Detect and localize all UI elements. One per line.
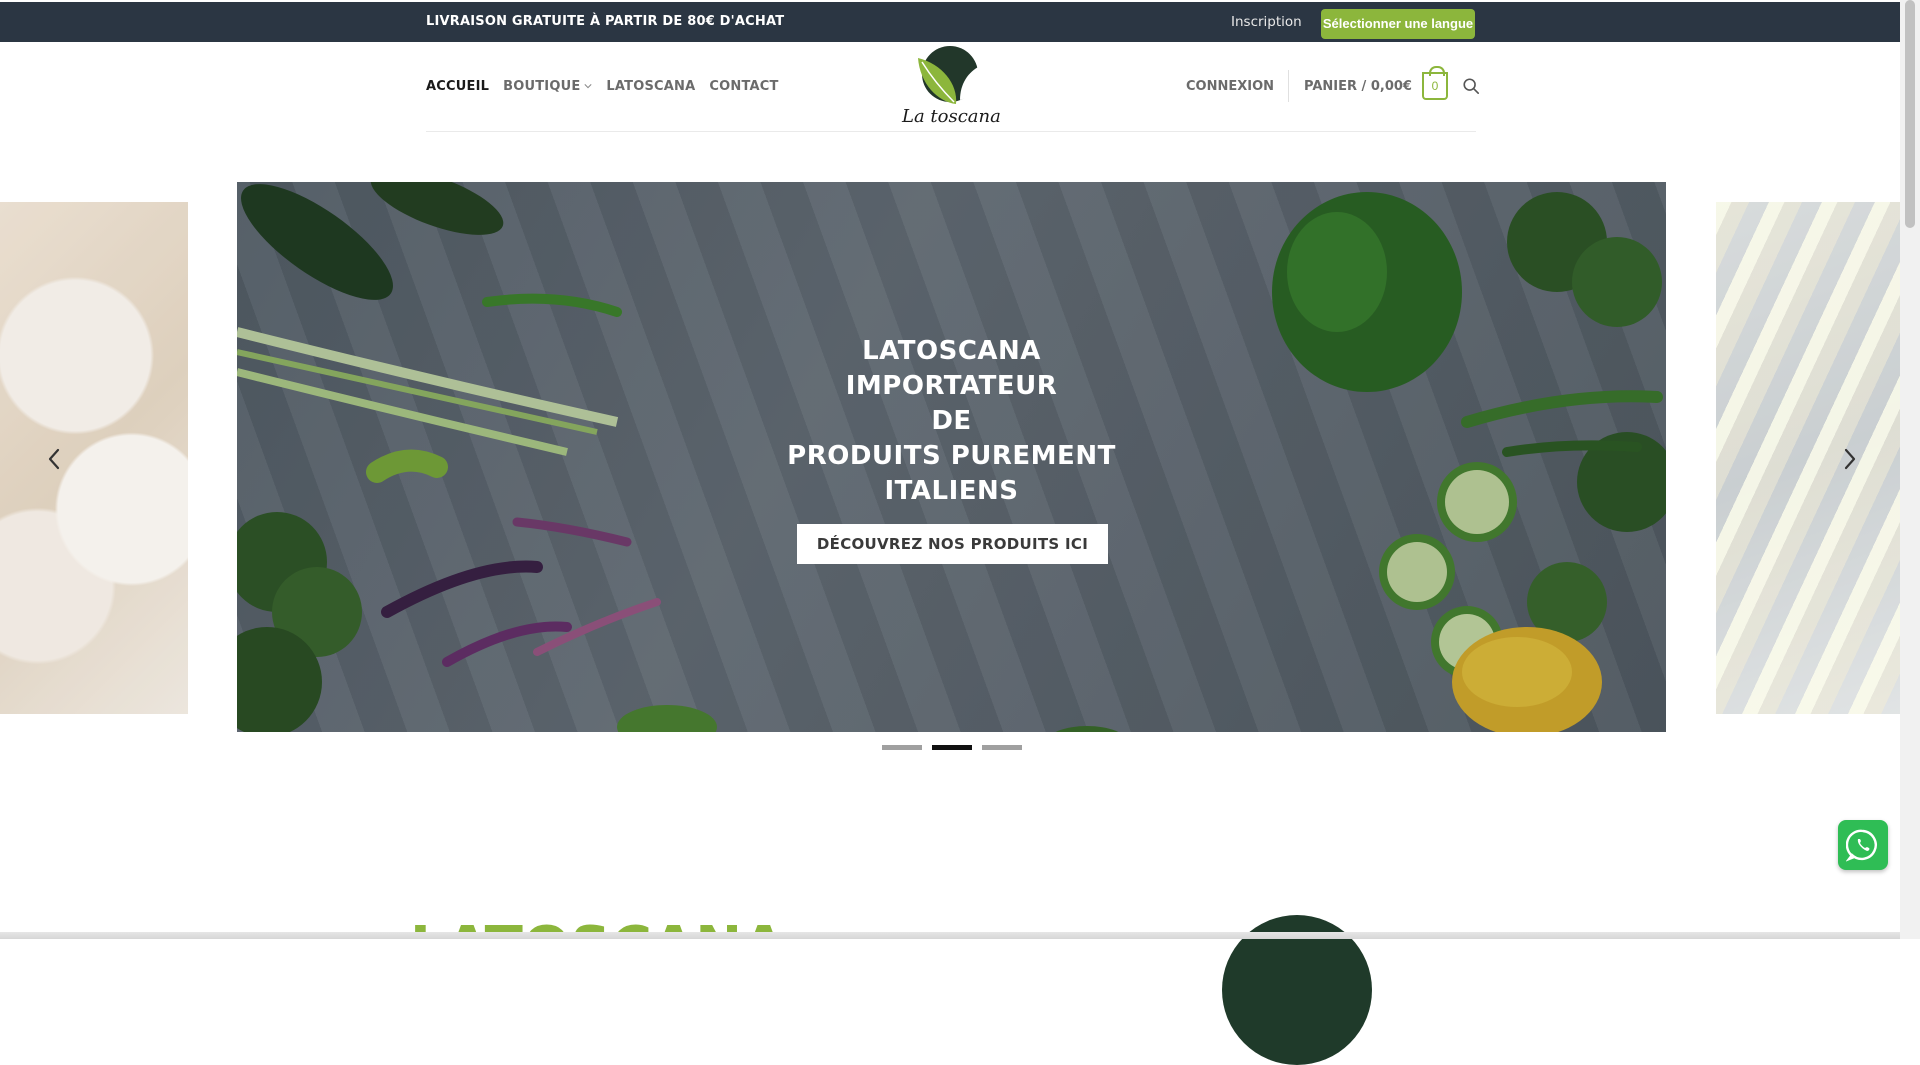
nav-item-accueil[interactable]: ACCUEIL <box>426 79 489 94</box>
slider-pagination <box>882 745 1022 750</box>
scrollbar-thumb[interactable] <box>1905 0 1915 228</box>
chevron-left-icon[interactable] <box>42 444 66 474</box>
nav-item-label: BOUTIQUE <box>503 78 581 94</box>
free-shipping-promo: LIVRAISON GRATUITE À PARTIR DE 80€ D'ACH… <box>426 14 785 29</box>
active-slide: LATOSCANA IMPORTATEUR DE PRODUITS PUREME… <box>237 182 1666 732</box>
nav-item-label: ACCUEIL <box>426 78 490 94</box>
hero-line: LATOSCANA <box>862 336 1041 366</box>
login-link[interactable]: CONNEXION <box>1186 79 1288 94</box>
nav-item-label: LATOSCANA <box>606 78 696 94</box>
main-nav: ACCUEIL BOUTIQUE LATOSCANA CONTACT <box>426 42 779 130</box>
cart-count-badge[interactable]: 0 <box>1421 66 1448 100</box>
slider-dot-2[interactable] <box>932 745 972 750</box>
nav-item-contact[interactable]: CONTACT <box>709 79 778 94</box>
page-bottom-edge <box>0 932 1900 939</box>
whatsapp-chat-button[interactable] <box>1838 820 1888 870</box>
chevron-down-icon <box>584 84 592 89</box>
whatsapp-icon <box>1846 829 1877 862</box>
next-slide-preview[interactable] <box>1716 202 1900 714</box>
account-nav: CONNEXION PANIER / 0,00€ 0 <box>1186 42 1480 130</box>
search-icon[interactable] <box>1462 77 1480 95</box>
page-scrollbar[interactable] <box>1900 0 1920 939</box>
hero-line: IMPORTATEUR <box>845 371 1058 401</box>
cart-link[interactable]: PANIER / 0,00€ <box>1304 79 1412 94</box>
slider-dot-1[interactable] <box>882 745 922 750</box>
divider <box>1288 70 1290 102</box>
leaf-logo-icon <box>918 46 981 104</box>
logo-text: La toscana <box>902 106 1001 127</box>
hero-headline: LATOSCANA IMPORTATEUR DE PRODUITS PUREME… <box>237 334 1666 509</box>
site-logo[interactable]: La toscana <box>898 44 1008 130</box>
hero-line: DE <box>931 406 972 436</box>
top-bar: LIVRAISON GRATUITE À PARTIR DE 80€ D'ACH… <box>0 2 1900 42</box>
slider-dot-3[interactable] <box>982 745 1022 750</box>
hero-slider: LATOSCANA IMPORTATEUR DE PRODUITS PUREME… <box>0 182 1900 762</box>
hero-line: PRODUITS PUREMENT <box>787 441 1116 471</box>
chevron-right-icon[interactable] <box>1838 444 1862 474</box>
header-divider <box>426 131 1476 132</box>
site-header: ACCUEIL BOUTIQUE LATOSCANA CONTACT La to… <box>0 42 1900 132</box>
nav-item-latoscana[interactable]: LATOSCANA <box>606 79 695 94</box>
discover-products-button[interactable]: DÉCOUVREZ NOS PRODUITS ICI <box>797 524 1108 564</box>
signup-link[interactable]: Inscription <box>1231 2 1302 42</box>
nav-item-boutique[interactable]: BOUTIQUE <box>503 79 592 94</box>
previous-slide-preview[interactable] <box>0 202 188 714</box>
language-select-button[interactable]: Sélectionner une langue <box>1321 9 1475 39</box>
hero-line: ITALIENS <box>884 476 1019 506</box>
nav-item-label: CONTACT <box>709 78 779 94</box>
